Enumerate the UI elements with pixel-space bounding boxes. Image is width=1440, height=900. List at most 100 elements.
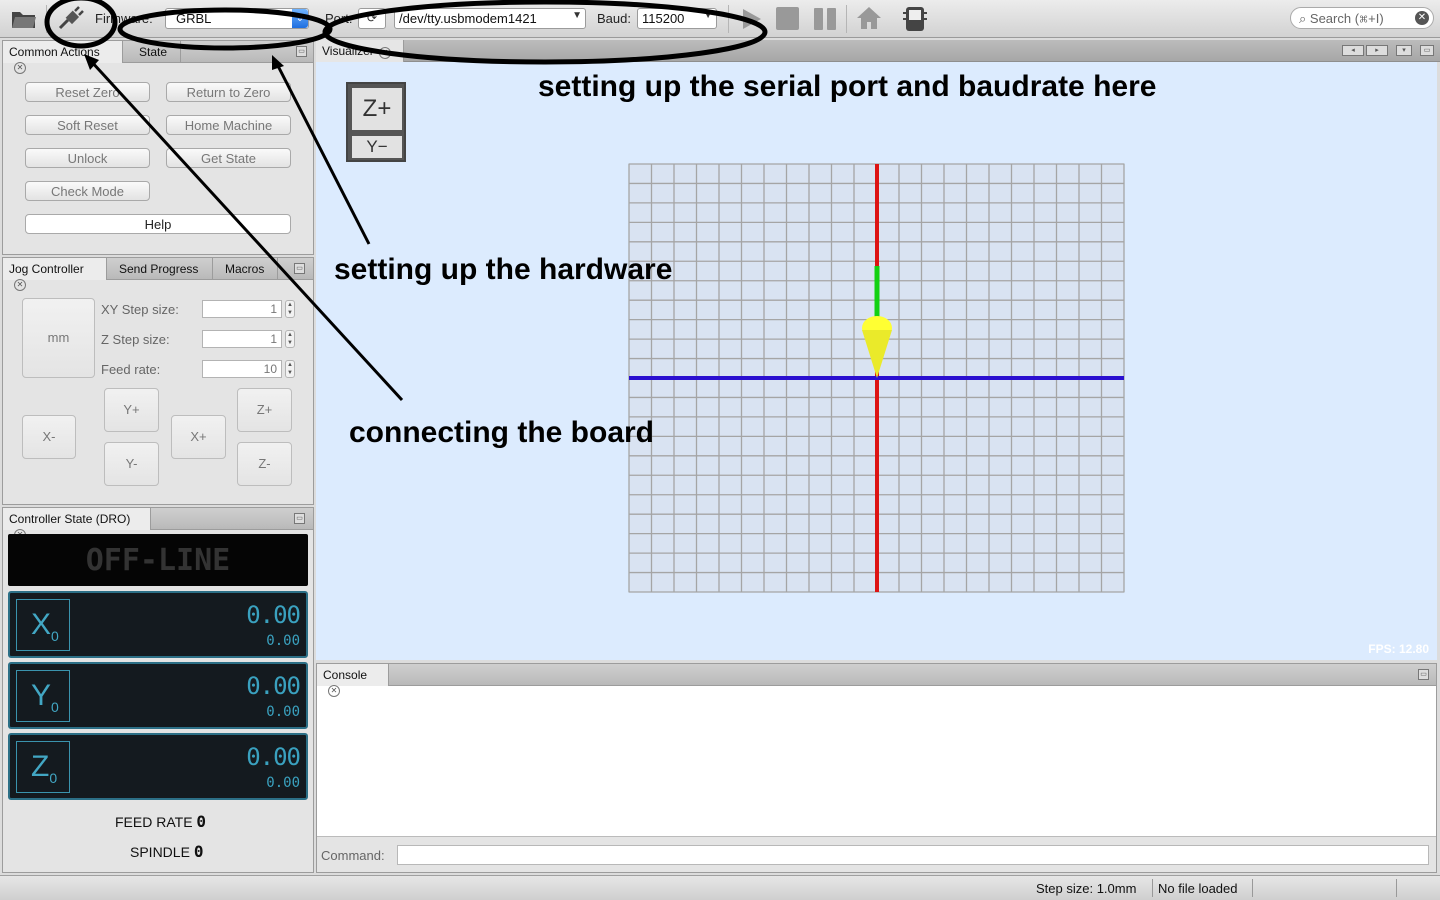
x-axis-zero-button[interactable]: X0 (16, 599, 70, 651)
chevron-down-icon: ▼ (703, 10, 713, 21)
feed-rate-readout-label: FEED RATE (115, 814, 193, 830)
jog-tabbar: Jog Controller ✕ Send Progress Macros ▭ (3, 258, 313, 291)
home-icon[interactable] (856, 6, 882, 33)
minimize-icon[interactable]: ▭ (296, 46, 307, 57)
status-separator (1396, 879, 1397, 897)
jog-z-plus-button[interactable]: Z+ (237, 388, 292, 432)
search-input[interactable]: ⌕ Search (⌘+I) ✕ (1290, 7, 1434, 29)
grid-scene (628, 163, 1125, 593)
baud-select[interactable]: 115200 ▼ (637, 8, 717, 29)
axis-sub: 0 (51, 699, 59, 715)
fps-counter: FPS: 12.80 (1368, 642, 1429, 656)
visualizer-canvas[interactable]: Z+ Y− FPS: 12.80 (316, 62, 1437, 660)
port-select[interactable]: /dev/tty.usbmodem1421 ▼ (394, 8, 586, 29)
get-state-button[interactable]: Get State (166, 148, 291, 168)
jog-z-minus-button[interactable]: Z- (237, 442, 292, 486)
search-icon: ⌕ (1299, 11, 1307, 26)
y-work-position: 0.00 (266, 704, 300, 720)
minimize-icon[interactable]: ▭ (294, 513, 305, 524)
tab-common-actions[interactable]: Common Actions ✕ (3, 41, 123, 74)
tab-label: Visualizer (322, 44, 374, 58)
chevron-down-icon: ▼ (572, 10, 582, 21)
stop-icon[interactable] (776, 7, 799, 30)
z-step-stepper[interactable]: ▲ ▼ (285, 330, 295, 348)
status-separator (1252, 879, 1253, 897)
z-axis-zero-button[interactable]: Z0 (16, 741, 70, 793)
help-button[interactable]: Help (25, 214, 291, 234)
units-toggle-button[interactable]: mm (22, 298, 95, 378)
tab-label: Console (323, 668, 368, 682)
tab-label: State (139, 45, 168, 59)
axis-name: X (31, 608, 52, 641)
jog-x-minus-button[interactable]: X- (22, 415, 76, 459)
close-icon[interactable]: ✕ (378, 47, 391, 59)
axis-sub: 0 (51, 628, 59, 644)
dro-x-axis: X0 0.00 0.00 (8, 591, 308, 658)
next-tab-icon[interactable]: ▸ (1366, 45, 1388, 56)
command-input[interactable] (397, 845, 1429, 865)
tab-send-progress[interactable]: Send Progress (107, 258, 213, 280)
tab-controller-state[interactable]: Controller State (DRO)✕ (3, 508, 151, 541)
file-status: No file loaded (1158, 881, 1238, 896)
main-toolbar: Firmware: GRBL ⌄ Port: ⟳ /dev/tty.usbmod… (0, 0, 1440, 38)
check-mode-button[interactable]: Check Mode (25, 181, 150, 201)
minimize-icon[interactable]: ▭ (1418, 669, 1429, 680)
controller-reset-icon[interactable] (902, 5, 928, 36)
tab-state[interactable]: State (133, 41, 181, 63)
xy-step-stepper[interactable]: ▲ ▼ (285, 300, 295, 318)
console-tabbar: Console ✕ ▭ (317, 664, 1436, 697)
maximize-icon[interactable]: ▭ (1420, 45, 1434, 56)
feed-rate-readout-value: 0 (196, 812, 207, 831)
close-icon[interactable]: ✕ (328, 685, 340, 697)
tab-console[interactable]: Console ✕ (317, 664, 389, 697)
open-folder-icon[interactable] (10, 8, 38, 30)
z-step-input[interactable]: 1 (202, 330, 282, 348)
close-icon[interactable]: ✕ (14, 279, 26, 291)
return-to-zero-button[interactable]: Return to Zero (166, 82, 291, 102)
command-bar: Command: (317, 836, 1436, 872)
close-icon[interactable]: ✕ (14, 62, 26, 74)
feed-rate-readout: FEED RATE 0 (115, 812, 206, 831)
home-machine-button[interactable]: Home Machine (166, 115, 291, 135)
tab-visualizer[interactable]: Visualizer ✕ (316, 40, 404, 62)
reset-zero-button[interactable]: Reset Zero (25, 82, 150, 102)
tab-macros[interactable]: Macros (213, 258, 278, 280)
tab-menu-icon[interactable]: ▾ (1396, 45, 1412, 56)
axis-name: Y (31, 679, 52, 712)
baud-value: 115200 (642, 11, 685, 26)
visualizer-tabbar: Visualizer ✕ ◂ ▸ ▾ ▭ (316, 40, 1440, 62)
chevron-down-icon: ⌄ (292, 9, 308, 28)
feed-rate-input[interactable]: 10 (202, 360, 282, 378)
connect-plug-icon[interactable] (56, 6, 86, 32)
command-label: Command: (321, 848, 385, 863)
unlock-button[interactable]: Unlock (25, 148, 150, 168)
common-actions-panel: Common Actions ✕ State ▭ Reset Zero Retur… (2, 40, 314, 255)
play-icon[interactable] (740, 7, 764, 34)
axis-sub: 0 (49, 770, 58, 786)
tab-jog-controller[interactable]: Jog Controller ✕ (3, 258, 107, 291)
clear-search-icon[interactable]: ✕ (1415, 11, 1429, 25)
minimize-icon[interactable]: ▭ (294, 263, 305, 274)
spindle-readout-value: 0 (193, 842, 204, 861)
y-axis-zero-button[interactable]: Y0 (16, 670, 70, 722)
refresh-ports-icon[interactable]: ⟳ (358, 8, 386, 29)
feed-rate-stepper[interactable]: ▲ ▼ (285, 360, 295, 378)
baud-label: Baud: (597, 11, 631, 26)
jog-y-plus-button[interactable]: Y+ (104, 388, 159, 432)
xy-step-input[interactable]: 1 (202, 300, 282, 318)
tab-label: Send Progress (119, 262, 199, 276)
z-step-label: Z Step size: (101, 332, 170, 347)
pause-icon[interactable] (813, 7, 837, 34)
y-position: 0.00 (246, 672, 301, 700)
toolbar-separator (46, 5, 47, 33)
tab-label: Jog Controller (9, 262, 84, 276)
tab-label: Macros (225, 262, 265, 276)
dro-z-axis: Z0 0.00 0.00 (8, 733, 308, 800)
jog-x-plus-button[interactable]: X+ (171, 415, 226, 459)
prev-tab-icon[interactable]: ◂ (1342, 45, 1364, 56)
soft-reset-button[interactable]: Soft Reset (25, 115, 150, 135)
toolbar-separator (846, 5, 847, 33)
firmware-select[interactable]: GRBL ⌄ (165, 8, 309, 29)
search-placeholder: Search (⌘+I) (1309, 11, 1384, 26)
jog-y-minus-button[interactable]: Y- (104, 442, 159, 486)
